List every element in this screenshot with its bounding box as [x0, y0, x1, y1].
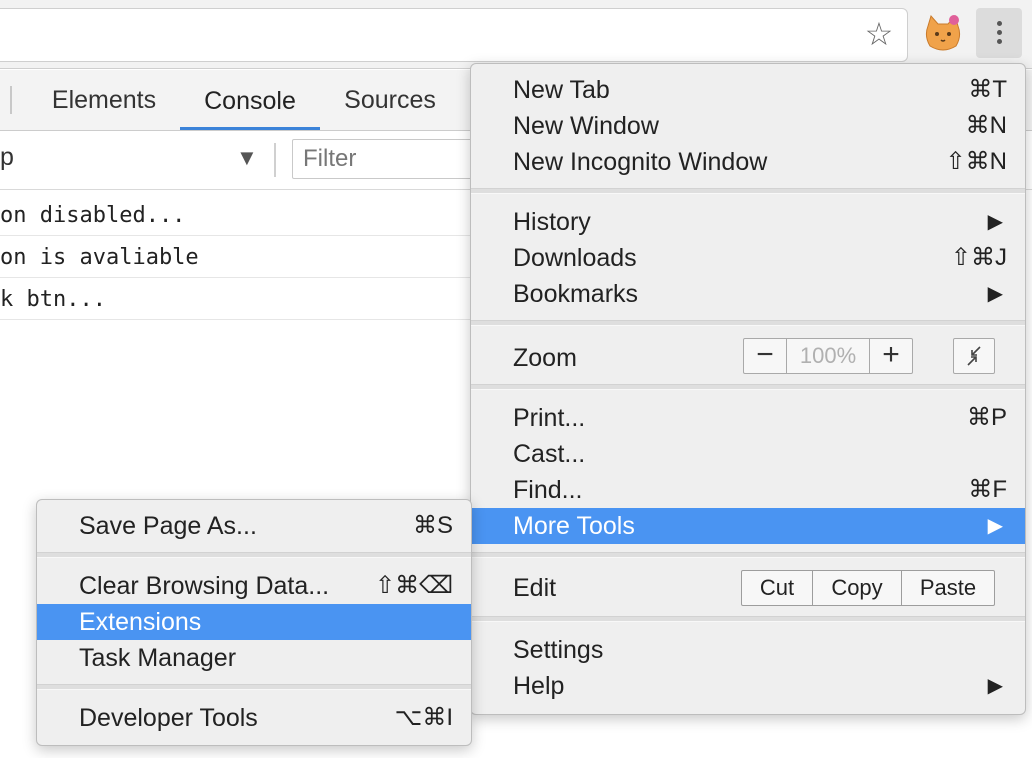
menu-separator — [471, 320, 1025, 326]
menu-item-label: Settings — [513, 636, 604, 664]
menu-separator — [471, 616, 1025, 622]
menu-item-bookmarks[interactable]: Bookmarks ▶ — [471, 276, 1025, 312]
menu-item-extensions[interactable]: Extensions — [37, 604, 471, 640]
shortcut-label: ⇧⌘J — [950, 244, 1007, 271]
tab-elements[interactable]: Elements — [36, 70, 172, 130]
menu-separator — [471, 552, 1025, 558]
menu-item-label: Edit — [513, 574, 557, 602]
paste-button[interactable]: Paste — [902, 571, 994, 605]
shortcut-label: ⇧⌘⌫ — [374, 572, 453, 599]
menu-item-label: Clear Browsing Data... — [79, 572, 330, 600]
menu-separator — [37, 684, 471, 690]
menu-item-more-tools[interactable]: More Tools ▶ — [471, 508, 1025, 544]
shortcut-label: ⌘N — [965, 112, 1007, 139]
shortcut-label: ⌘P — [966, 404, 1007, 431]
shortcut-label: ⌘F — [968, 476, 1007, 503]
submenu-arrow-icon: ▶ — [987, 675, 1003, 697]
menu-item-label: More Tools — [513, 512, 635, 540]
console-line: k btn... — [0, 278, 480, 320]
menu-item-label: Save Page As... — [79, 512, 257, 540]
menu-item-print[interactable]: Print... ⌘P — [471, 400, 1025, 436]
zoom-level: 100% — [786, 339, 870, 373]
menu-item-label: Print... — [513, 404, 586, 432]
shortcut-label: ⌘T — [968, 76, 1007, 103]
menu-item-label: Task Manager — [79, 644, 237, 672]
address-bar[interactable]: ☆ — [0, 8, 908, 62]
menu-item-label: Find... — [513, 476, 583, 504]
tab-sources[interactable]: Sources — [328, 70, 452, 130]
submenu-arrow-icon: ▶ — [987, 211, 1003, 233]
kebab-menu-icon[interactable] — [976, 8, 1022, 58]
menu-separator — [471, 384, 1025, 390]
shortcut-label: ⌘S — [412, 512, 453, 539]
menu-item-save-page-as[interactable]: Save Page As... ⌘S — [37, 508, 471, 544]
submenu-arrow-icon: ▶ — [987, 283, 1003, 305]
menu-item-label: New Window — [513, 112, 659, 140]
menu-item-cast[interactable]: Cast... — [471, 436, 1025, 472]
copy-button[interactable]: Copy — [813, 571, 902, 605]
menu-item-developer-tools[interactable]: Developer Tools ⌥⌘I — [37, 700, 471, 736]
menu-item-downloads[interactable]: Downloads ⇧⌘J — [471, 240, 1025, 276]
zoom-out-button[interactable]: − — [744, 339, 786, 373]
context-selector[interactable]: p — [0, 143, 14, 172]
menu-item-find[interactable]: Find... ⌘F — [471, 472, 1025, 508]
menu-item-help[interactable]: Help ▶ — [471, 668, 1025, 704]
menu-item-label: Extensions — [79, 608, 202, 636]
menu-item-label: New Incognito Window — [513, 148, 768, 176]
menu-item-new-window[interactable]: New Window ⌘N — [471, 108, 1025, 144]
tab-divider — [10, 86, 12, 114]
dropdown-arrow-icon[interactable]: ▼ — [236, 145, 258, 171]
menu-separator — [37, 552, 471, 558]
browser-toolbar: ☆ — [0, 0, 1032, 69]
menu-item-task-manager[interactable]: Task Manager — [37, 640, 471, 676]
zoom-in-button[interactable]: + — [870, 339, 912, 373]
edit-controls: Cut Copy Paste — [741, 570, 995, 606]
menu-item-label: Developer Tools — [79, 704, 258, 732]
console-line: on disabled... — [0, 194, 480, 236]
zoom-control: − 100% + — [743, 338, 913, 374]
cut-button[interactable]: Cut — [742, 571, 813, 605]
submenu-arrow-icon: ▶ — [987, 515, 1003, 537]
fullscreen-icon[interactable] — [953, 338, 995, 374]
menu-item-new-incognito-window[interactable]: New Incognito Window ⇧⌘N — [471, 144, 1025, 180]
chrome-main-menu: New Tab ⌘T New Window ⌘N New Incognito W… — [470, 63, 1026, 715]
star-icon[interactable]: ☆ — [863, 18, 895, 50]
menu-item-settings[interactable]: Settings — [471, 632, 1025, 668]
menu-separator — [471, 188, 1025, 194]
menu-item-label: History — [513, 208, 591, 236]
menu-item-new-tab[interactable]: New Tab ⌘T — [471, 72, 1025, 108]
console-line: on is avaliable — [0, 236, 480, 278]
menu-item-label: Downloads — [513, 244, 637, 272]
more-tools-submenu: Save Page As... ⌘S Clear Browsing Data..… — [36, 499, 472, 746]
shortcut-label: ⇧⌘N — [945, 148, 1007, 175]
cat-extension-icon[interactable] — [922, 14, 964, 54]
shortcut-label: ⌥⌘I — [394, 704, 453, 731]
menu-item-label: Cast... — [513, 440, 586, 468]
tab-console[interactable]: Console — [180, 70, 320, 130]
menu-item-label: Bookmarks — [513, 280, 639, 308]
menu-item-label: New Tab — [513, 76, 610, 104]
menu-item-history[interactable]: History ▶ — [471, 204, 1025, 240]
menu-item-clear-browsing-data[interactable]: Clear Browsing Data... ⇧⌘⌫ — [37, 568, 471, 604]
menu-item-label: Zoom — [513, 344, 577, 372]
bar-divider — [274, 143, 276, 177]
menu-item-label: Help — [513, 672, 565, 700]
